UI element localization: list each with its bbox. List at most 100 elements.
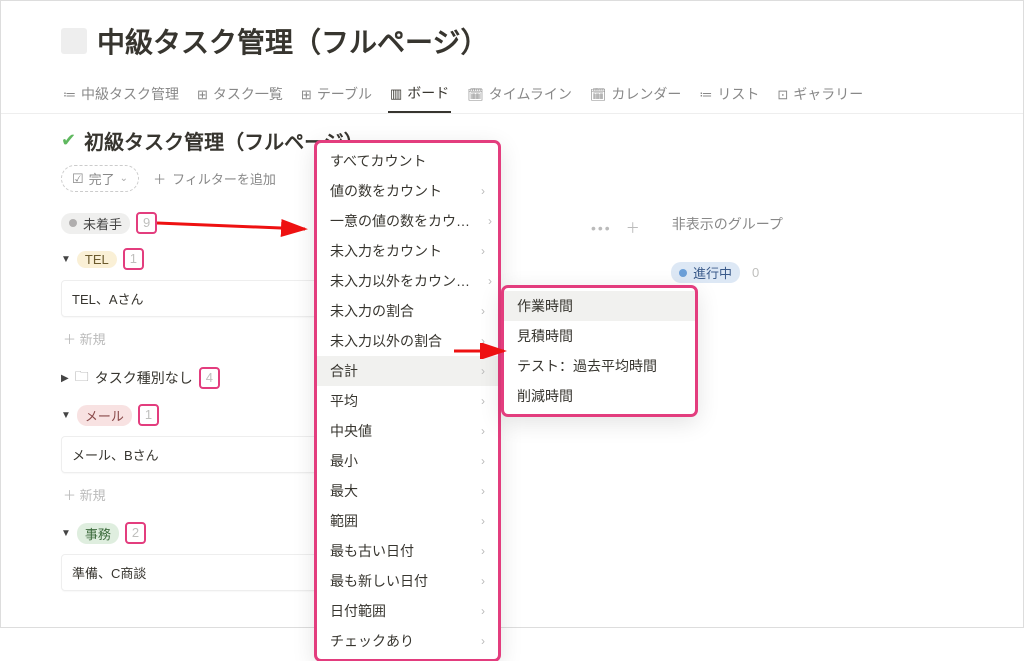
chevron-right-icon: › bbox=[481, 574, 485, 588]
menu-item-count-all[interactable]: すべてカウント bbox=[316, 146, 499, 176]
filter-chip-done[interactable]: ☑ 完了 ⌄ bbox=[61, 165, 139, 192]
tab-board[interactable]: ▥ ボード bbox=[388, 79, 451, 113]
menu-item-count-empty[interactable]: 未入力をカウント› bbox=[316, 236, 499, 266]
task-card[interactable]: 準備、C商談 bbox=[61, 554, 321, 591]
gallery-icon: ⊡ bbox=[777, 88, 788, 101]
tab-label: タイムライン bbox=[489, 84, 572, 104]
timeline-icon: 🗓 bbox=[467, 88, 484, 101]
task-card[interactable]: メール、Bさん bbox=[61, 436, 321, 473]
chevron-right-icon: › bbox=[481, 364, 485, 378]
subgroup-header-notype[interactable]: ▶ 🗀 タスク種別なし 4 bbox=[61, 362, 321, 394]
menu-item-label: 未入力以外をカウン… bbox=[330, 271, 470, 291]
database-icon: ✔ bbox=[61, 130, 76, 151]
menu-item-label: 平均 bbox=[330, 391, 358, 411]
tab-label: 中級タスク管理 bbox=[81, 84, 179, 104]
aggregate-function-menu: すべてカウント 値の数をカウント› 一意の値の数をカウ…› 未入力をカウント› … bbox=[315, 141, 500, 661]
tab-list[interactable]: ≔ リスト bbox=[697, 79, 761, 113]
chevron-right-icon: › bbox=[481, 544, 485, 558]
chevron-right-icon: › bbox=[481, 634, 485, 648]
menu-item-label: チェックあり bbox=[330, 631, 414, 651]
chevron-right-icon: › bbox=[481, 304, 485, 318]
menu-item-label: 合計 bbox=[330, 361, 358, 381]
tab-tasks-table[interactable]: ⊞ タスク一覧 bbox=[195, 79, 285, 113]
chevron-right-icon: › bbox=[481, 484, 485, 498]
add-filter-button[interactable]: ＋ フィルターを追加 bbox=[153, 169, 276, 188]
subgroup-header-clerical[interactable]: ▼ 事務 2 bbox=[61, 518, 321, 548]
disclosure-down-icon[interactable]: ▼ bbox=[61, 254, 71, 265]
hidden-group-inprogress[interactable]: 進行中 0 bbox=[671, 262, 851, 283]
plus-icon[interactable]: ＋ bbox=[626, 218, 640, 238]
tab-timeline[interactable]: 🗓 タイムライン bbox=[465, 79, 574, 113]
menu-item-checked[interactable]: チェックあり › bbox=[316, 626, 499, 656]
status-pill-notstarted: 未着手 bbox=[61, 213, 130, 234]
page-header: 中級タスク管理（フルページ） bbox=[1, 1, 1023, 71]
database-title-row: ✔ 初級タスク管理（フルページ） bbox=[1, 114, 1023, 161]
menu-item-newest-date[interactable]: 最も新しい日付› bbox=[316, 566, 499, 596]
menu-item-label: 作業時間 bbox=[517, 296, 573, 316]
chevron-right-icon: › bbox=[488, 214, 492, 228]
task-card[interactable]: TEL、Aさん bbox=[61, 280, 321, 317]
disclosure-down-icon[interactable]: ▼ bbox=[61, 528, 71, 539]
tag-pill-clerical: 事務 bbox=[77, 523, 119, 544]
menu-item-count-unique[interactable]: 一意の値の数をカウ…› bbox=[316, 206, 499, 236]
chevron-right-icon: › bbox=[481, 334, 485, 348]
submenu-item-reduction-time[interactable]: 削減時間 bbox=[503, 381, 696, 411]
calendar-icon: 🗓 bbox=[590, 88, 607, 101]
tag-pill-mail: メール bbox=[77, 405, 132, 426]
subgroup-header-tel[interactable]: ▼ TEL 1 bbox=[61, 244, 321, 274]
subgroup-header-mail[interactable]: ▼ メール 1 bbox=[61, 400, 321, 430]
chevron-right-icon: › bbox=[481, 184, 485, 198]
disclosure-right-icon[interactable]: ▶ bbox=[61, 373, 69, 384]
status-dot-icon bbox=[69, 219, 77, 227]
hidden-groups-label: 非表示のグループ bbox=[672, 212, 783, 244]
disclosure-down-icon[interactable]: ▼ bbox=[61, 410, 71, 421]
menu-item-count-values[interactable]: 値の数をカウント› bbox=[316, 176, 499, 206]
list-icon: ≔ bbox=[63, 88, 76, 101]
tab-label: タスク一覧 bbox=[213, 84, 283, 104]
submenu-item-test-past-avg[interactable]: テスト：過去平均時間 bbox=[503, 351, 696, 381]
menu-item-date-range[interactable]: 日付範囲› bbox=[316, 596, 499, 626]
menu-item-range[interactable]: 範囲› bbox=[316, 506, 499, 536]
menu-item-label: 最小 bbox=[330, 451, 358, 471]
tab-table[interactable]: ⊞ テーブル bbox=[299, 79, 374, 113]
plus-icon: ＋ bbox=[153, 169, 166, 188]
menu-item-average[interactable]: 平均› bbox=[316, 386, 499, 416]
status-dot-icon bbox=[679, 269, 687, 277]
submenu-item-estimate-time[interactable]: 見積時間 bbox=[503, 321, 696, 351]
tag-label: メール bbox=[85, 406, 124, 425]
menu-item-count-notempty[interactable]: 未入力以外をカウン…› bbox=[316, 266, 499, 296]
task-card-title: TEL、Aさん bbox=[72, 292, 144, 307]
status-label: 進行中 bbox=[693, 263, 732, 282]
aggregate-property-submenu: 作業時間 見積時間 テスト：過去平均時間 削減時間 bbox=[502, 286, 697, 416]
group-header-notstarted[interactable]: 未着手 9 bbox=[61, 208, 321, 238]
status-label: 未着手 bbox=[83, 214, 122, 233]
group-count[interactable]: 4 bbox=[199, 367, 220, 389]
menu-item-sum[interactable]: 合計 › bbox=[316, 356, 499, 386]
more-icon[interactable]: ••• bbox=[591, 220, 612, 236]
group-count[interactable]: 9 bbox=[136, 212, 157, 234]
group-count[interactable]: 1 bbox=[138, 404, 159, 426]
tab-list-view[interactable]: ≔ 中級タスク管理 bbox=[61, 79, 181, 113]
menu-item-pct-empty[interactable]: 未入力の割合› bbox=[316, 296, 499, 326]
list-icon: ≔ bbox=[699, 88, 712, 101]
add-new-button[interactable]: ＋ 新規 bbox=[61, 323, 321, 362]
group-count[interactable]: 1 bbox=[123, 248, 144, 270]
menu-item-label: 最も古い日付 bbox=[330, 541, 414, 561]
submenu-item-work-time[interactable]: 作業時間 bbox=[503, 291, 696, 321]
add-new-button[interactable]: ＋ 新規 bbox=[61, 479, 321, 518]
group-count: 0 bbox=[748, 265, 763, 280]
menu-item-median[interactable]: 中央値› bbox=[316, 416, 499, 446]
tab-gallery[interactable]: ⊡ ギャラリー bbox=[775, 79, 865, 113]
tag-label: タスク種別なし bbox=[95, 368, 193, 388]
tab-calendar[interactable]: 🗓 カレンダー bbox=[588, 79, 684, 113]
view-tabs: ≔ 中級タスク管理 ⊞ タスク一覧 ⊞ テーブル ▥ ボード 🗓 タイムライン … bbox=[1, 71, 1023, 114]
menu-item-min[interactable]: 最小› bbox=[316, 446, 499, 476]
add-new-label: 新規 bbox=[80, 488, 106, 503]
menu-item-pct-notempty[interactable]: 未入力以外の割合› bbox=[316, 326, 499, 356]
menu-item-max[interactable]: 最大› bbox=[316, 476, 499, 506]
tab-label: ギャラリー bbox=[793, 84, 863, 104]
chevron-down-icon: ⌄ bbox=[120, 173, 128, 184]
chevron-right-icon: › bbox=[481, 514, 485, 528]
group-count[interactable]: 2 bbox=[125, 522, 146, 544]
menu-item-oldest-date[interactable]: 最も古い日付 › bbox=[316, 536, 499, 566]
